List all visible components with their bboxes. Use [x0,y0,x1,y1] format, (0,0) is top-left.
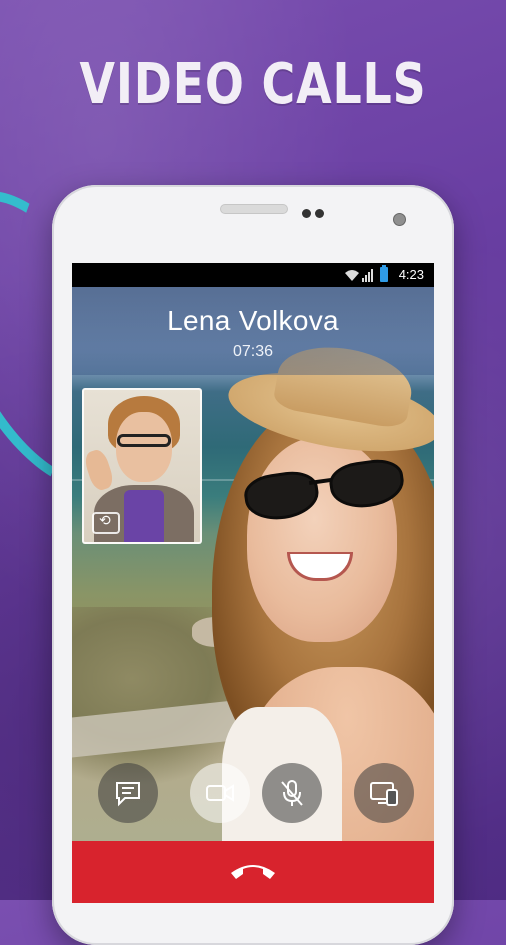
switch-camera-icon[interactable] [92,512,120,534]
wifi-icon [345,270,359,281]
caller-name: Lena Volkova [167,305,339,336]
chat-button[interactable] [98,763,158,823]
front-camera [393,213,406,226]
battery-icon [380,265,388,282]
promo-headline: VIDEO CALLS [79,52,427,117]
call-controls [72,763,434,833]
video-toggle-button[interactable] [190,763,250,823]
self-face [116,412,172,482]
screen-share-icon [370,782,398,806]
self-preview[interactable] [82,388,202,544]
signal-icon [362,269,373,282]
phone-hangup-icon [231,865,275,879]
call-header: Lena Volkova 07:36 [72,287,434,375]
status-time: 4:23 [398,267,424,282]
phone-frame: 4:23 Lena Volkova 07:36 [52,185,454,945]
call-duration: 07:36 [232,343,274,360]
self-tee [124,490,164,542]
status-bar: 4:23 [72,263,434,287]
phone-sensor [302,209,311,218]
chat-icon [116,782,140,807]
end-call-button[interactable] [72,841,434,903]
mute-button[interactable] [262,763,322,823]
transfer-call-button[interactable] [354,763,414,823]
self-hand [84,447,116,493]
phone-screen: 4:23 Lena Volkova 07:36 [72,263,434,903]
phone-speaker [220,204,288,214]
phone-sensor [315,209,324,218]
self-glasses [117,434,171,447]
mute-mic-icon [281,780,303,806]
video-camera-icon [206,784,234,802]
